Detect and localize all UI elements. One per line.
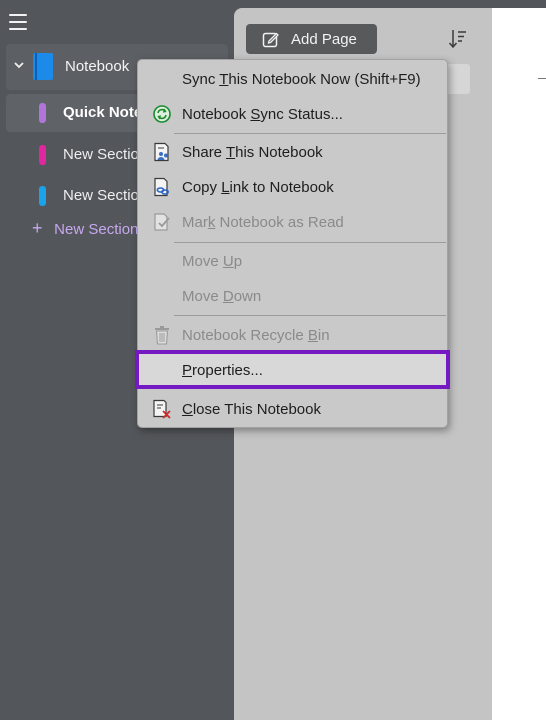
onenote-window: Notebook Quick Note New Section New Sect… <box>0 0 546 720</box>
page-canvas[interactable] <box>492 8 546 720</box>
add-page-label: Add Page <box>291 31 357 48</box>
menu-separator <box>174 242 446 243</box>
hamburger-menu-icon[interactable] <box>9 14 27 30</box>
highlight-box <box>135 350 450 389</box>
mark-read-icon <box>152 212 172 232</box>
menu-item-sync-now[interactable]: Sync This Notebook Now (Shift+F9) <box>138 62 447 96</box>
menu-item-recycle-bin[interactable]: Notebook Recycle Bin <box>138 318 447 352</box>
share-notebook-icon <box>152 142 172 162</box>
section-label: New Section <box>63 146 148 163</box>
close-notebook-icon <box>152 399 172 419</box>
menu-item-mark-read[interactable]: Mark Notebook as Read <box>138 205 447 239</box>
menu-item-move-up[interactable]: Move Up <box>138 244 447 278</box>
notebook-name: Notebook <box>65 58 130 75</box>
edit-icon <box>262 31 279 52</box>
canvas-divider <box>538 78 546 79</box>
recycle-bin-icon <box>152 325 172 345</box>
add-section-label: New Section <box>54 221 139 238</box>
plus-icon: + <box>32 218 43 238</box>
chevron-down-icon[interactable] <box>13 59 25 71</box>
menu-item-sync-status[interactable]: Notebook Sync Status... <box>138 97 447 131</box>
menu-item-share[interactable]: Share This Notebook <box>138 135 447 169</box>
section-color-tab <box>39 103 46 123</box>
menu-separator <box>174 315 446 316</box>
notebook-context-menu: Sync This Notebook Now (Shift+F9) Notebo… <box>135 59 450 428</box>
menu-separator <box>174 133 446 134</box>
add-page-button[interactable]: Add Page <box>246 24 377 54</box>
notebook-icon <box>33 53 53 80</box>
section-label: New Section <box>63 187 148 204</box>
menu-item-move-down[interactable]: Move Down <box>138 279 447 313</box>
add-section-button[interactable]: + New Section <box>32 219 138 239</box>
section-label: Quick Note <box>63 104 143 121</box>
section-color-tab <box>39 145 46 165</box>
section-color-tab <box>39 186 46 206</box>
menu-item-close[interactable]: Close This Notebook <box>138 392 447 426</box>
sync-status-icon <box>152 104 172 124</box>
sort-descending-icon[interactable] <box>448 28 468 50</box>
copy-link-icon <box>152 177 172 197</box>
menu-item-copy-link[interactable]: Copy Link to Notebook <box>138 170 447 204</box>
